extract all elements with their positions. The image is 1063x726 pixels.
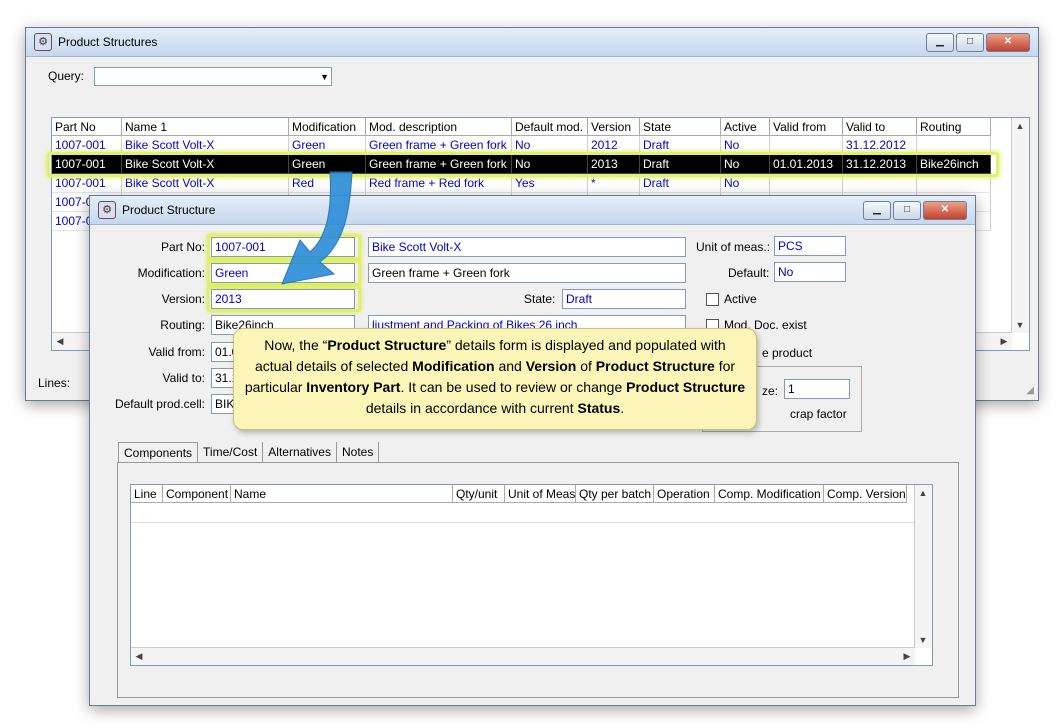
modification-highlight [207, 260, 361, 286]
scrap-factor-label: crap factor [790, 407, 847, 421]
column-header[interactable]: Version [588, 118, 640, 136]
vertical-scrollbar[interactable]: ▲ ▼ [1011, 118, 1029, 333]
valid-from-label: Valid from: [148, 345, 205, 359]
minimize-button[interactable]: ▁ [863, 201, 891, 220]
callout-bold: Product Structure [626, 379, 746, 395]
component-column-header[interactable]: Qty/unit [453, 485, 505, 503]
active-label: Active [724, 292, 757, 306]
component-vertical-scrollbar[interactable]: ▲ ▼ [914, 485, 932, 648]
maximize-button[interactable]: □ [956, 33, 984, 52]
detail-title-bar[interactable]: ⚙ Product Structure ▁ □ ✕ [90, 196, 975, 225]
valid-to-label: Valid to: [162, 371, 205, 385]
close-button[interactable]: ✕ [986, 33, 1030, 52]
callout-text: and [494, 358, 526, 374]
component-column-header[interactable]: Unit of Meas. [505, 485, 576, 503]
scroll-down-icon[interactable]: ▼ [915, 632, 931, 648]
tab-alternatives[interactable]: Alternatives [263, 442, 337, 462]
version-label: Version: [161, 292, 205, 306]
window-title: Product Structures [58, 35, 158, 49]
tab-time-cost[interactable]: Time/Cost [198, 442, 264, 462]
callout-text: details in accordance with current [365, 400, 578, 416]
scroll-left-icon[interactable]: ◀ [131, 648, 147, 664]
column-header[interactable]: Name 1 [122, 118, 289, 136]
active-checkbox[interactable] [706, 293, 719, 306]
unit-label: Unit of meas.: [696, 240, 771, 254]
component-column-header[interactable]: Component [163, 485, 231, 503]
lines-label: Lines: [38, 376, 71, 390]
product-label: e product [762, 346, 813, 360]
routing-label: Routing: [160, 318, 205, 332]
minimize-button[interactable]: ▁ [926, 33, 954, 52]
scroll-right-icon[interactable]: ▶ [996, 333, 1012, 349]
column-header[interactable]: Active [721, 118, 770, 136]
component-column-header[interactable]: Operation [654, 485, 715, 503]
component-column-header[interactable]: Comp. Version [824, 485, 907, 503]
components-table: Line Component Name Qty/unit Unit of Meas. Qt… [130, 484, 933, 666]
scroll-up-icon[interactable]: ▲ [915, 485, 931, 501]
tab-notes[interactable]: Notes [337, 442, 380, 462]
default-field[interactable]: No [774, 262, 846, 282]
resize-grip-icon[interactable]: ◢ [1026, 385, 1034, 396]
callout-bold: Status [577, 400, 621, 416]
part-no-highlight [207, 234, 361, 260]
callout-bold: Product Structure [595, 358, 715, 374]
callout-bold: Inventory Part [306, 379, 401, 395]
column-header[interactable]: Default mod. [512, 118, 588, 136]
default-cell-label: Default prod.cell: [114, 397, 205, 411]
detail-window-title: Product Structure [122, 203, 216, 217]
component-column-header[interactable]: Comp. Modification [715, 485, 824, 503]
column-header[interactable]: Valid from [770, 118, 843, 136]
query-label: Query: [48, 69, 85, 83]
component-column-header[interactable]: Line [131, 485, 163, 503]
component-empty-row[interactable] [131, 503, 915, 523]
column-header[interactable]: Routing [917, 118, 991, 136]
callout-bold: Modification [412, 358, 495, 374]
tab-components[interactable]: Components [118, 442, 199, 463]
selected-row-highlight [47, 152, 999, 177]
explanation-callout: Now, the “Product Structure” details for… [233, 328, 757, 430]
app-icon: ⚙ [98, 201, 116, 219]
default-label: Default: [728, 266, 770, 280]
component-horizontal-scrollbar[interactable]: ◀ ▶ [131, 647, 915, 665]
query-select[interactable]: ▼ [94, 67, 332, 86]
close-button[interactable]: ✕ [923, 201, 967, 220]
title-bar[interactable]: ⚙ Product Structures ▁ □ ✕ [26, 28, 1038, 57]
column-header[interactable]: Part No [52, 118, 122, 136]
callout-bold: Version [525, 358, 577, 374]
component-column-header[interactable]: Qty per batch [576, 485, 654, 503]
version-highlight [207, 286, 361, 312]
state-field[interactable]: Draft [562, 289, 686, 309]
callout-text: Now, the “ [264, 337, 328, 353]
mod-description-field[interactable]: Green frame + Green fork [368, 263, 686, 283]
detail-tabs: Components Time/Cost Alternatives Notes [118, 442, 380, 463]
modification-label: Modification: [137, 266, 205, 280]
column-header[interactable]: Modification [289, 118, 366, 136]
scroll-left-icon[interactable]: ◀ [52, 333, 68, 349]
callout-text: of [576, 358, 596, 374]
callout-text: . [620, 400, 625, 416]
state-label: State: [524, 292, 556, 306]
callout-bold: Product Structure [327, 337, 447, 353]
column-header[interactable]: State [640, 118, 721, 136]
name-field[interactable]: Bike Scott Volt-X [368, 237, 686, 257]
column-header[interactable]: Valid to [843, 118, 917, 136]
callout-text: . It can be used to review or change [400, 379, 627, 395]
scroll-down-icon[interactable]: ▼ [1012, 317, 1028, 333]
size-field[interactable]: 1 [784, 379, 850, 399]
component-column-header[interactable]: Name [231, 485, 453, 503]
scroll-up-icon[interactable]: ▲ [1012, 118, 1028, 134]
product-structure-window: ⚙ Product Structure ▁ □ ✕ Part No: 1007-… [89, 195, 976, 706]
maximize-button[interactable]: □ [893, 201, 921, 220]
column-header[interactable]: Mod. description [366, 118, 512, 136]
unit-field[interactable]: PCS [774, 236, 846, 256]
part-no-label: Part No: [160, 240, 205, 254]
size-label: ze: [762, 384, 779, 398]
chevron-down-icon[interactable]: ▼ [320, 68, 329, 85]
app-icon: ⚙ [34, 33, 52, 51]
scroll-right-icon[interactable]: ▶ [899, 648, 915, 664]
